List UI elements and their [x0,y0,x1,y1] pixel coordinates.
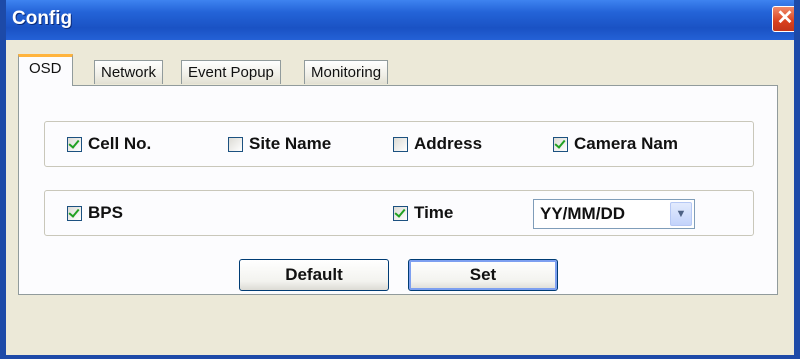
checkbox-checked-icon [393,205,408,221]
cell-no-checkbox[interactable]: Cell No. [67,134,151,154]
time-checkbox[interactable]: Time [393,203,453,223]
tab-network[interactable]: Network [94,60,164,84]
close-icon: ✕ [776,7,794,29]
checkbox-checked-icon [553,136,568,152]
tab-event-popup[interactable]: Event Popup [181,60,281,84]
checkbox-unchecked-icon [393,136,408,152]
checkbox-label: Time [414,203,454,222]
date-format-select[interactable]: YY/MM/DD ▼ [533,199,695,229]
checkbox-label: Address [414,134,483,153]
default-button[interactable]: Default [239,259,389,291]
osd-tab-panel: Cell No. Site Name Address Camera Nam BP… [18,85,778,295]
address-checkbox[interactable]: Address [393,134,482,154]
config-window: Config ✕ OSD Network Event Popup Monitor… [0,0,800,359]
osd-field-group: Cell No. Site Name Address Camera Nam [44,121,754,167]
set-button[interactable]: Set [408,259,558,291]
checkbox-checked-icon [67,205,82,221]
tab-osd[interactable]: OSD [18,54,73,86]
chevron-down-icon[interactable]: ▼ [670,202,692,226]
checkbox-label: BPS [88,203,123,222]
checkbox-label: Cell No. [88,134,152,153]
camera-name-checkbox[interactable]: Camera Nam [553,134,678,154]
dialog-client-area: OSD Network Event Popup Monitoring Cell … [6,40,794,355]
window-title: Config [12,8,73,29]
checkbox-label: Site Name [249,134,332,153]
checkbox-unchecked-icon [228,136,243,152]
checkbox-checked-icon [67,136,82,152]
date-format-value: YY/MM/DD [540,204,625,223]
title-bar[interactable]: Config ✕ [6,0,794,40]
close-button[interactable]: ✕ [772,6,794,32]
osd-time-group: BPS Time YY/MM/DD ▼ [44,190,754,236]
checkbox-label: Camera Nam [574,134,678,153]
tab-monitoring[interactable]: Monitoring [304,60,389,84]
bps-checkbox[interactable]: BPS [67,203,123,223]
site-name-checkbox[interactable]: Site Name [228,134,331,154]
